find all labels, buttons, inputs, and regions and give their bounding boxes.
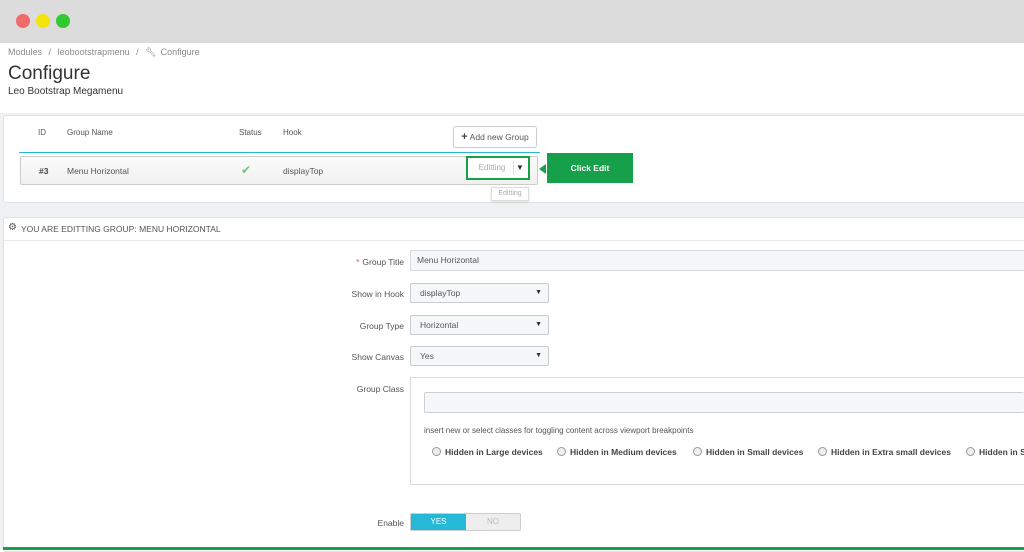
add-new-group-label: Add new Group bbox=[469, 132, 529, 142]
chevron-down-icon: ▼ bbox=[535, 289, 542, 296]
page-title: Configure bbox=[8, 63, 91, 84]
group-class-box: insert new or select classes for togglin… bbox=[410, 377, 1024, 485]
enable-toggle: YES NO bbox=[410, 513, 521, 531]
add-new-group-button[interactable]: + Add new Group bbox=[453, 126, 537, 148]
option-label: Hidden in Large devices bbox=[445, 447, 543, 457]
breadcrumb-module[interactable]: leobootstrapmenu bbox=[58, 47, 130, 57]
edit-tooltip: Editting bbox=[491, 187, 529, 201]
check-icon: ✔ bbox=[241, 163, 252, 177]
enable-label: Enable bbox=[377, 518, 404, 528]
show-canvas-label: Show Canvas bbox=[351, 352, 404, 362]
row-group-name: Menu Horizontal bbox=[67, 166, 129, 176]
group-type-select[interactable]: Horizontal ▼ bbox=[410, 315, 549, 335]
radio-icon bbox=[693, 447, 702, 456]
group-title-label: * Group Title bbox=[204, 257, 404, 267]
enable-no-option[interactable]: NO bbox=[466, 514, 520, 530]
option-label: Hidden in Small devices bbox=[706, 447, 804, 457]
breadcrumb: Modules / leobootstrapmenu / 🔧︎ Configure bbox=[8, 47, 204, 58]
column-header-id: ID bbox=[38, 128, 46, 137]
minimize-window-button[interactable] bbox=[36, 14, 50, 28]
plus-icon: + bbox=[461, 131, 468, 143]
table-header-divider bbox=[19, 152, 540, 153]
row-id: #3 bbox=[39, 166, 49, 176]
page-header: Modules / leobootstrapmenu / 🔧︎ Configure… bbox=[0, 43, 1024, 114]
callout-arrow bbox=[539, 164, 546, 174]
click-edit-callout: Click Edit bbox=[547, 153, 633, 183]
group-type-label: Group Type bbox=[359, 321, 404, 331]
show-canvas-select[interactable]: Yes ▼ bbox=[410, 346, 549, 366]
radio-icon bbox=[966, 447, 975, 456]
maximize-window-button[interactable] bbox=[56, 14, 70, 28]
page-subtitle: Leo Bootstrap Megamenu bbox=[8, 86, 124, 97]
group-class-help: insert new or select classes for togglin… bbox=[424, 426, 694, 435]
edit-button[interactable]: Editting bbox=[471, 161, 514, 175]
breadcrumb-separator: / bbox=[48, 47, 52, 57]
chevron-down-icon: ▼ bbox=[535, 352, 542, 359]
hidden-extra-small-option[interactable]: Hidden in Extra small devices bbox=[818, 447, 951, 457]
required-marker: * bbox=[356, 257, 360, 267]
group-type-value: Horizontal bbox=[420, 320, 459, 330]
radio-icon bbox=[557, 447, 566, 456]
breadcrumb-separator: / bbox=[136, 47, 139, 57]
hidden-s-option[interactable]: Hidden in S bbox=[966, 447, 1024, 457]
breadcrumb-configure: Configure bbox=[160, 47, 200, 57]
gears-icon: ⚙ bbox=[8, 222, 17, 233]
column-header-group-name: Group Name bbox=[67, 128, 113, 137]
radio-icon bbox=[432, 447, 441, 456]
panel-title: YOU ARE EDITTING GROUP: MENU HORIZONTAL bbox=[21, 224, 221, 234]
group-class-label: Group Class bbox=[356, 384, 404, 394]
table-row[interactable]: #3 Menu Horizontal ✔ displayTop bbox=[20, 156, 538, 185]
show-canvas-value: Yes bbox=[420, 351, 434, 361]
chevron-down-icon[interactable]: ▼ bbox=[515, 161, 525, 175]
group-title-label-text: Group Title bbox=[362, 257, 404, 267]
row-hook: displayTop bbox=[283, 166, 324, 176]
window-titlebar bbox=[0, 0, 1024, 43]
column-header-status: Status bbox=[239, 128, 262, 137]
edit-button-group: Editting ▼ bbox=[466, 156, 530, 180]
column-header-hook: Hook bbox=[283, 128, 302, 137]
option-label: Hidden in Extra small devices bbox=[831, 447, 951, 457]
breadcrumb-modules[interactable]: Modules bbox=[8, 47, 42, 57]
close-window-button[interactable] bbox=[16, 14, 30, 28]
show-in-hook-label: Show in Hook bbox=[351, 289, 404, 299]
group-title-input[interactable]: Menu Horizontal bbox=[410, 250, 1024, 271]
radio-icon bbox=[818, 447, 827, 456]
option-label: Hidden in Medium devices bbox=[570, 447, 677, 457]
show-in-hook-value: displayTop bbox=[420, 288, 461, 298]
chevron-down-icon: ▼ bbox=[535, 321, 542, 328]
hidden-large-option[interactable]: Hidden in Large devices bbox=[432, 447, 543, 457]
group-class-input[interactable] bbox=[424, 392, 1024, 413]
panel-heading: ⚙ YOU ARE EDITTING GROUP: MENU HORIZONTA… bbox=[4, 218, 1024, 241]
show-in-hook-select[interactable]: displayTop ▼ bbox=[410, 283, 549, 303]
hidden-small-option[interactable]: Hidden in Small devices bbox=[693, 447, 803, 457]
wrench-icon: 🔧︎ bbox=[145, 47, 157, 57]
enable-yes-option[interactable]: YES bbox=[411, 514, 466, 530]
option-label: Hidden in S bbox=[979, 447, 1024, 457]
hidden-medium-option[interactable]: Hidden in Medium devices bbox=[557, 447, 677, 457]
